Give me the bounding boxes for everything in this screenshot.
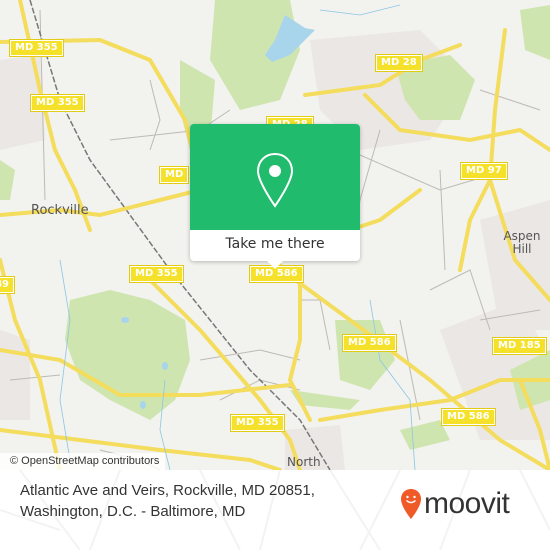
footer: Atlantic Ave and Veirs, Rockville, MD 20…: [0, 470, 550, 550]
road-shield-md-355: MD 355: [230, 414, 285, 432]
moovit-pin-icon: [401, 489, 421, 519]
road-shield-md-586: MD 586: [342, 334, 397, 352]
map-attribution[interactable]: © OpenStreetMap contributors: [0, 453, 166, 470]
location-popup: Take me there: [190, 124, 360, 269]
road-shield-md-189: MD 189: [0, 276, 15, 294]
address-text: Atlantic Ave and Veirs, Rockville, MD 20…: [20, 480, 380, 522]
moovit-wordmark: moovit: [424, 487, 510, 520]
road-shield-md-586: MD 586: [441, 408, 496, 426]
address-line-2: Washington, D.C. - Baltimore, MD: [20, 503, 246, 520]
road-shield-md-355: MD 355: [9, 39, 64, 57]
road-shield-md-28: MD 28: [159, 166, 189, 184]
popup-pointer: [267, 261, 283, 269]
take-me-there-button[interactable]: Take me there: [190, 230, 360, 261]
moovit-logo[interactable]: moovit: [400, 484, 510, 524]
road-shield-md-28: MD 28: [375, 54, 423, 72]
road-shield-md-355: MD 355: [129, 265, 184, 283]
map-pin-icon: [256, 152, 294, 208]
map-view[interactable]: MD 355 MD 355 MD 28 MD 28 MD 28 MD 97 MD…: [0, 0, 550, 470]
place-label-rockville: Rockville: [31, 203, 89, 218]
popup-header: [190, 124, 360, 230]
place-label-aspen-hill: Aspen Hill: [503, 229, 541, 256]
road-shield-md-185: MD 185: [492, 337, 547, 355]
address-line-1: Atlantic Ave and Veirs, Rockville, MD 20…: [20, 482, 315, 499]
road-shield-md-355: MD 355: [30, 94, 85, 112]
road-shield-md-97: MD 97: [460, 162, 508, 180]
place-label-north: North: [287, 455, 321, 469]
